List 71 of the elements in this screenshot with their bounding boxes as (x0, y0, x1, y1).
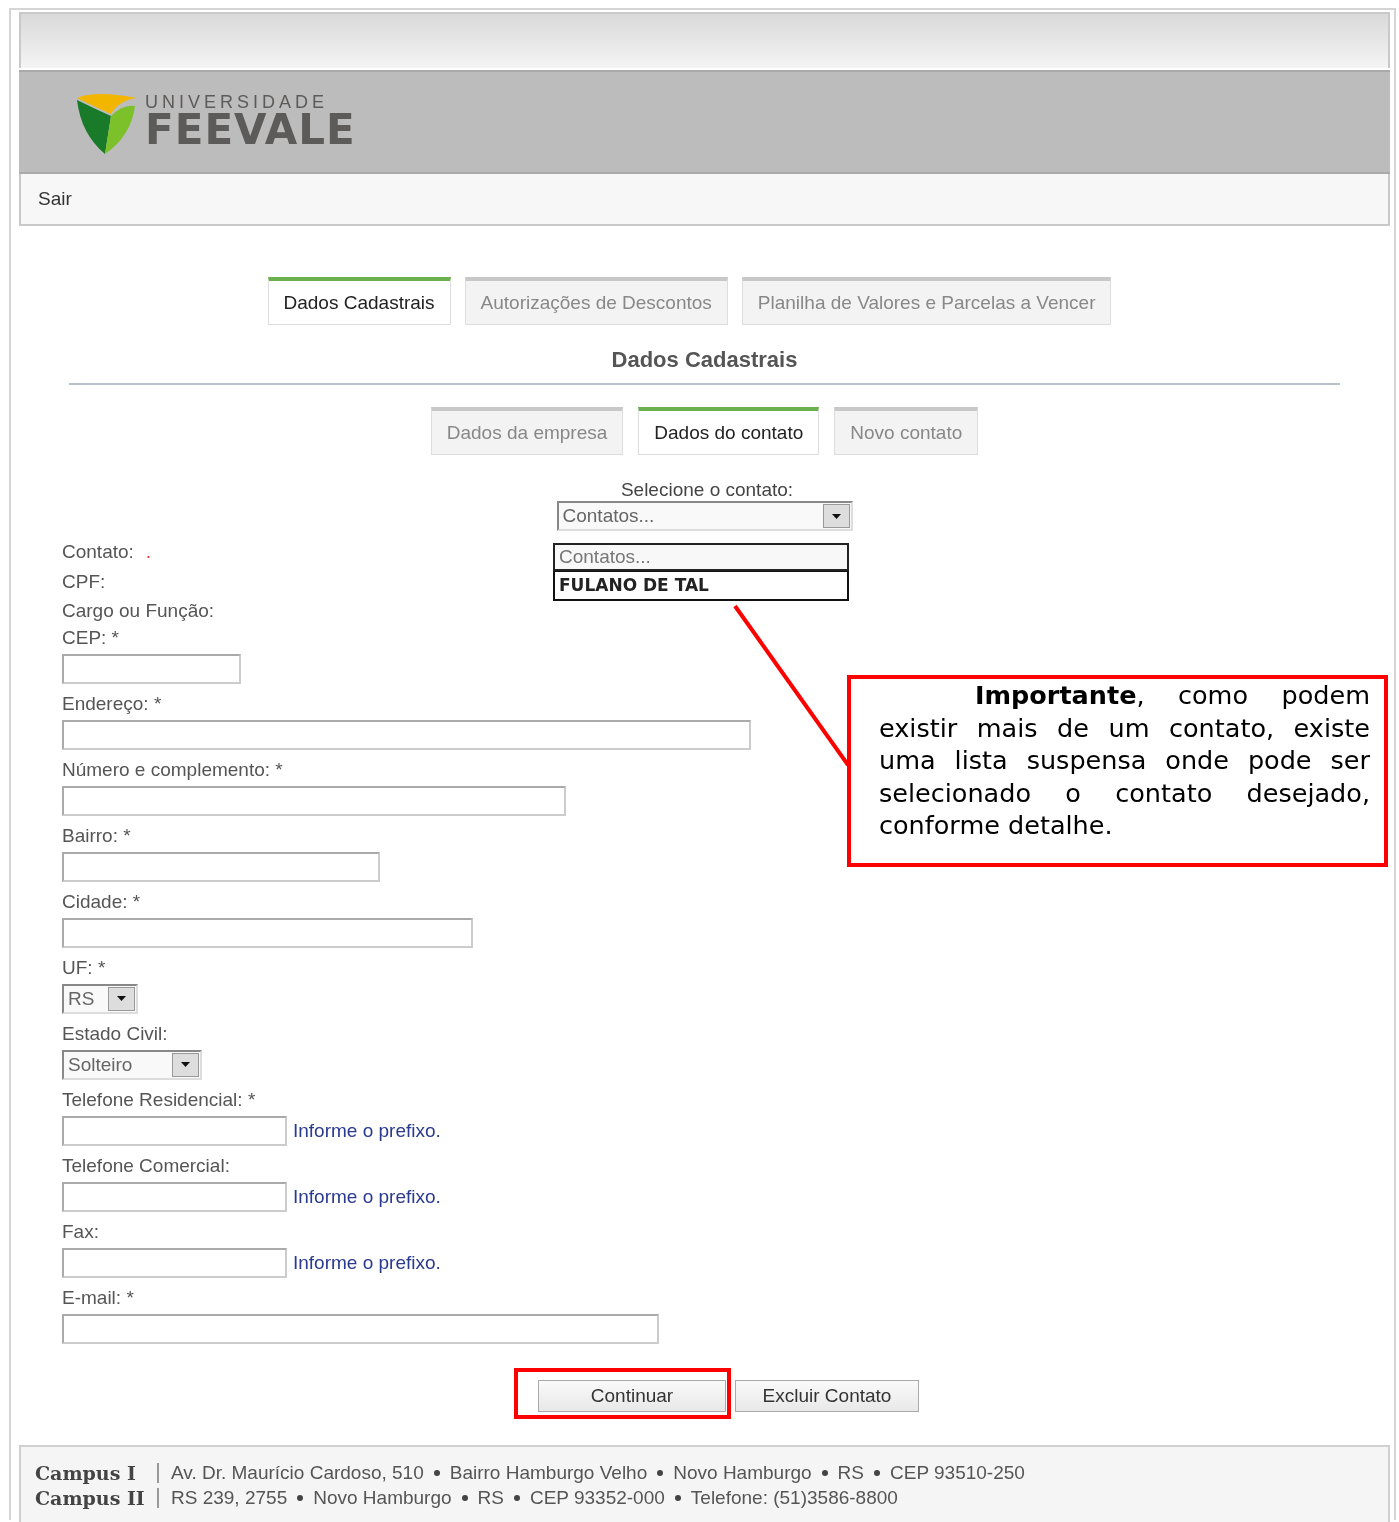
field-label: CPF: (62, 569, 106, 594)
field-label: Cargo ou Função: (62, 599, 215, 623)
tab[interactable]: Planilha de Valores e Parcelas a Vencer (741, 277, 1112, 325)
address-text: Bairro Hamburgo Velho (449, 1462, 648, 1484)
input-field[interactable] (62, 851, 380, 882)
field-label: Número e complemento: * (62, 757, 283, 782)
hint-text: Informe o prefixo. (293, 1185, 441, 1208)
field-label: Telefone Residencial: * (62, 1087, 256, 1112)
bullet-icon (874, 1470, 880, 1476)
bullet-icon (657, 1470, 664, 1476)
select-label: Selecione o contato: (620, 479, 794, 501)
address-text: RS 239, 2755 (171, 1487, 288, 1509)
field-label: Endereço: * (62, 691, 162, 716)
input-field[interactable] (62, 1247, 287, 1278)
campus-name: Campus II (35, 1487, 146, 1509)
section-title: Dados Cadastrais (610, 347, 799, 373)
delete-contact-button[interactable]: Excluir Contato (735, 1379, 919, 1412)
address-text: Novo Hamburgo (673, 1462, 812, 1484)
bullet-icon (821, 1470, 828, 1476)
caret-icon (117, 996, 126, 1001)
field-label: Fax: (62, 1219, 99, 1244)
subtab[interactable]: Novo contato (834, 407, 979, 455)
input-field[interactable] (62, 1313, 659, 1344)
caret-icon (831, 513, 841, 519)
input-field[interactable] (62, 1181, 287, 1212)
select-field[interactable]: Solteiro (62, 1049, 202, 1080)
field-label: Cidade: * (62, 889, 141, 914)
bullet-icon (461, 1495, 468, 1501)
address-text: Novo Hamburgo (313, 1487, 452, 1509)
address-text: RS (837, 1462, 864, 1484)
subtab[interactable]: Dados do contato (638, 407, 820, 455)
dropdown-option[interactable]: Contatos... (553, 543, 849, 571)
address-text: Av. Dr. Maurício Cardoso, 510 (171, 1462, 424, 1484)
tab[interactable]: Autorizações de Descontos (464, 277, 728, 325)
continue-button[interactable]: Continuar (538, 1379, 726, 1412)
field-label: UF: * (62, 955, 106, 980)
address-text: Telefone: (51)3586-8800 (690, 1487, 898, 1509)
field-label: Bairro: * (62, 823, 131, 848)
input-field[interactable] (62, 785, 566, 816)
dropdown-button[interactable] (822, 504, 850, 528)
logo-subtitle: UNIVERSIDADE (145, 93, 330, 111)
dropdown-button[interactable] (172, 1052, 199, 1077)
callout-text: Importante, como podem existir mais de um contato, existe uma lista suspensa onde pode ser selecionado o contato desejado, conforme detalhe. (879, 679, 1370, 842)
logo-wordmark: FEEVALE (145, 109, 356, 151)
bullet-icon (297, 1495, 304, 1501)
dropdown-button[interactable] (108, 986, 135, 1011)
field-label: Contato: . (62, 540, 152, 564)
field-label: E-mail: * (62, 1285, 134, 1310)
campus-name: Campus I (35, 1462, 137, 1484)
address-text: CEP 93510-250 (890, 1462, 1025, 1484)
input-field[interactable] (62, 1115, 287, 1146)
input-field[interactable] (62, 719, 751, 750)
hint-text: Informe o prefixo. (293, 1251, 441, 1274)
field-label: Telefone Comercial: (62, 1153, 230, 1178)
select-field[interactable]: RS (62, 983, 138, 1014)
bullet-icon (513, 1495, 520, 1501)
contact-select[interactable]: Contatos... (556, 501, 853, 531)
bullet-icon (433, 1470, 440, 1476)
logout-link[interactable]: Sair (38, 188, 72, 210)
subtab[interactable]: Dados da empresa (430, 407, 624, 455)
dropdown-option[interactable]: FULANO DE TAL (553, 571, 849, 601)
bullet-icon (674, 1495, 681, 1501)
hint-text: Informe o prefixo. (293, 1119, 441, 1142)
address-text: RS (477, 1487, 504, 1509)
field-label: CEP: * (62, 625, 120, 650)
input-field[interactable] (62, 653, 241, 684)
tab[interactable]: Dados Cadastrais (267, 277, 451, 325)
address-text: CEP 93352-000 (529, 1487, 665, 1509)
input-field[interactable] (62, 917, 473, 948)
field-label: Estado Civil: (62, 1021, 168, 1046)
caret-icon (181, 1062, 190, 1067)
